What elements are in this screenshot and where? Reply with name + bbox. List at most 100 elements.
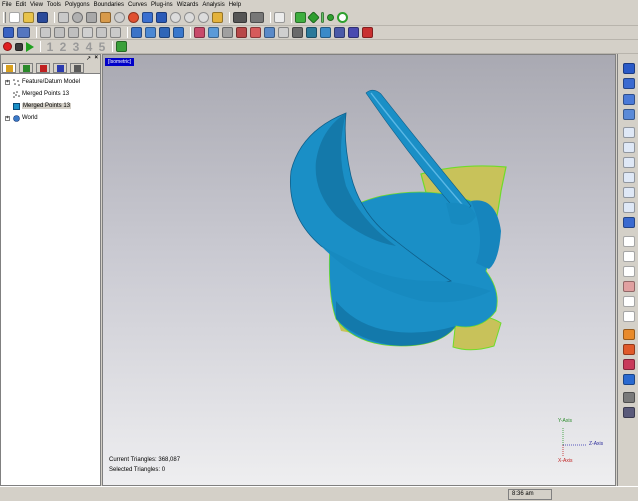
- menu-wizards[interactable]: Wizards: [177, 0, 199, 10]
- wireframe-view-icon[interactable]: [623, 78, 635, 89]
- menu-analysis[interactable]: Analysis: [202, 0, 224, 10]
- green-dot-icon[interactable]: [327, 14, 334, 21]
- tab-info[interactable]: [70, 63, 84, 73]
- expand-icon[interactable]: +: [5, 79, 10, 85]
- points-icon[interactable]: [54, 27, 65, 38]
- lasso-select-icon[interactable]: [623, 266, 635, 277]
- select-shapes-icon[interactable]: [295, 12, 306, 23]
- cube-front-icon[interactable]: [623, 127, 635, 138]
- graphics-viewport[interactable]: [Isometric] Current Triangles: 368,087 S…: [102, 54, 616, 486]
- stop-icon[interactable]: [15, 42, 23, 51]
- menu-help[interactable]: Help: [229, 0, 241, 10]
- new-file-icon[interactable]: [9, 12, 20, 23]
- spin-icon[interactable]: [114, 12, 125, 23]
- cube-bottom-icon[interactable]: [623, 202, 635, 213]
- mesh-edit-icon[interactable]: [145, 27, 156, 38]
- green-diamond-icon[interactable]: [307, 11, 320, 24]
- defeature-icon[interactable]: [264, 27, 275, 38]
- tree-item-world[interactable]: + World: [1, 112, 100, 124]
- pin-icon[interactable]: ↗: [86, 55, 91, 62]
- shaded-view-icon[interactable]: [623, 63, 635, 74]
- cube-right-icon[interactable]: [623, 172, 635, 183]
- decimate-icon[interactable]: [236, 27, 247, 38]
- cube-left-icon[interactable]: [623, 157, 635, 168]
- zoom-out-icon[interactable]: [184, 12, 195, 23]
- zoom-icon[interactable]: [86, 12, 97, 23]
- tab-layers[interactable]: [53, 63, 67, 73]
- tree-item-merged-points-a[interactable]: Merged Points 13: [1, 88, 100, 100]
- paint-select-icon[interactable]: [623, 296, 635, 307]
- tree-item-merged-points-b[interactable]: Merged Points 13: [1, 100, 100, 112]
- open-folder-icon[interactable]: [23, 12, 34, 23]
- green-line-icon[interactable]: [321, 12, 324, 23]
- translate-icon[interactable]: [58, 12, 69, 23]
- shape-sample-icon[interactable]: [110, 27, 121, 38]
- window-icon[interactable]: [274, 12, 285, 23]
- cube-view-icon[interactable]: [142, 12, 153, 23]
- list-icon[interactable]: [116, 41, 127, 52]
- toolbar-grip[interactable]: [3, 12, 6, 23]
- mesh-select-icon[interactable]: [173, 27, 184, 38]
- render-icon[interactable]: [623, 407, 635, 418]
- lasso-icon[interactable]: [68, 27, 79, 38]
- menu-view[interactable]: View: [30, 0, 43, 10]
- camera-icon[interactable]: [623, 392, 635, 403]
- delete-icon[interactable]: [40, 27, 51, 38]
- record-icon[interactable]: [3, 42, 12, 51]
- mesh-repair-icon[interactable]: [159, 27, 170, 38]
- rotate-icon[interactable]: [72, 12, 83, 23]
- compare-icon[interactable]: [306, 27, 317, 38]
- funnel-icon[interactable]: [623, 344, 635, 355]
- green-circle-icon[interactable]: [337, 12, 348, 23]
- menu-curves[interactable]: Curves: [128, 0, 147, 10]
- play-icon[interactable]: [26, 41, 34, 52]
- smooth-icon[interactable]: [208, 27, 219, 38]
- clean-icon[interactable]: [292, 27, 303, 38]
- window-view-icon[interactable]: [623, 94, 635, 105]
- tree-item-feature-datum-model[interactable]: + Feature/Datum Model: [1, 76, 100, 88]
- menu-file[interactable]: File: [2, 0, 12, 10]
- step-5-button[interactable]: 5: [96, 40, 108, 54]
- brush-select-icon[interactable]: [623, 281, 635, 292]
- color-map-icon[interactable]: [623, 329, 635, 340]
- menu-edit[interactable]: Edit: [16, 0, 26, 10]
- menu-tools[interactable]: Tools: [47, 0, 61, 10]
- gradient-icon[interactable]: [623, 359, 635, 370]
- brush-icon[interactable]: [82, 27, 93, 38]
- tab-model-manager[interactable]: [2, 63, 16, 73]
- cube-select-icon[interactable]: [156, 12, 167, 23]
- pointer-icon[interactable]: [623, 236, 635, 247]
- menu-plugins[interactable]: Plug-ins: [151, 0, 173, 10]
- cube-top-icon[interactable]: [623, 187, 635, 198]
- step-2-button[interactable]: 2: [57, 40, 69, 54]
- pan-hand-icon[interactable]: [100, 12, 111, 23]
- zoom-in-icon[interactable]: [170, 12, 181, 23]
- save-icon[interactable]: [37, 12, 48, 23]
- menu-boundaries[interactable]: Boundaries: [94, 0, 124, 10]
- step-1-button[interactable]: 1: [44, 40, 56, 54]
- cube-isometric-icon[interactable]: [623, 217, 635, 228]
- menu-polygons[interactable]: Polygons: [65, 0, 90, 10]
- register-icon[interactable]: [362, 27, 373, 38]
- sandpaper-icon[interactable]: [278, 27, 289, 38]
- relax-icon[interactable]: [250, 27, 261, 38]
- step-3-button[interactable]: 3: [70, 40, 82, 54]
- zoom-window-icon[interactable]: [198, 12, 209, 23]
- deviation-icon[interactable]: [334, 27, 345, 38]
- view-options-icon[interactable]: [3, 27, 14, 38]
- close-icon[interactable]: ×: [94, 55, 98, 61]
- propeller-mesh-model[interactable]: [103, 55, 616, 486]
- pencil-icon[interactable]: [212, 12, 223, 23]
- rectangle-select-icon[interactable]: [623, 251, 635, 262]
- target-icon[interactable]: [128, 12, 139, 23]
- cube-back-icon[interactable]: [623, 142, 635, 153]
- dual-view-icon[interactable]: [623, 109, 635, 120]
- polyline-icon[interactable]: [96, 27, 107, 38]
- scanner-icon[interactable]: [233, 12, 247, 23]
- edit-curve-icon[interactable]: [222, 27, 233, 38]
- tab-display[interactable]: [19, 63, 33, 73]
- select-mode-icon[interactable]: [17, 27, 30, 38]
- printer-icon[interactable]: [250, 12, 264, 23]
- measure-icon[interactable]: [320, 27, 331, 38]
- fill-holes-icon[interactable]: [194, 27, 205, 38]
